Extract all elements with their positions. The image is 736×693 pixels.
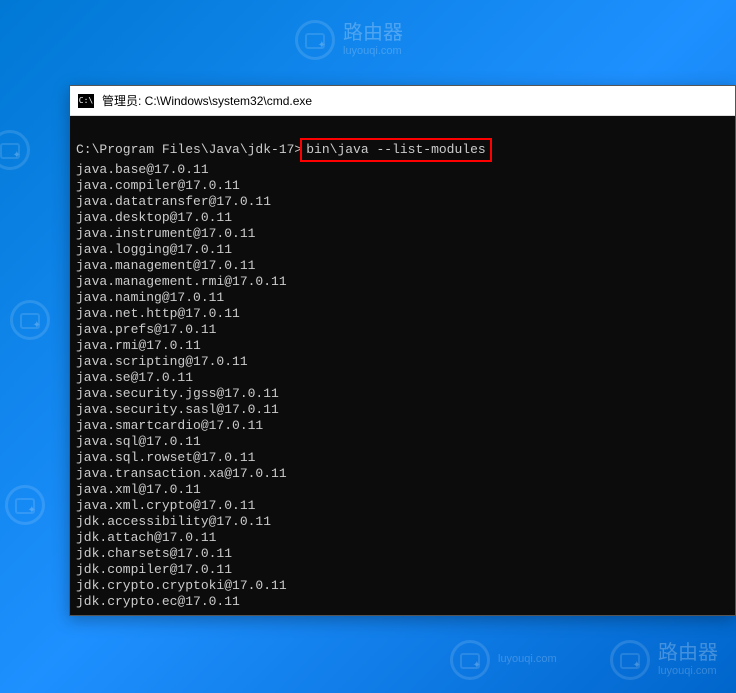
output-line: jdk.crypto.cryptoki@17.0.11 [76,578,729,594]
terminal-output: java.base@17.0.11java.compiler@17.0.11ja… [76,162,729,610]
output-line: jdk.attach@17.0.11 [76,530,729,546]
watermark-text-en: luyouqi.com [343,45,403,58]
output-line: java.se@17.0.11 [76,370,729,386]
title-bar[interactable]: C:\ 管理员: C:\Windows\system32\cmd.exe [70,86,735,116]
output-line: java.security.sasl@17.0.11 [76,402,729,418]
router-icon [0,130,30,170]
output-line: java.compiler@17.0.11 [76,178,729,194]
output-line: java.sql@17.0.11 [76,434,729,450]
watermark-text-en: luyouqi.com [498,653,557,666]
output-line: jdk.compiler@17.0.11 [76,562,729,578]
watermark [10,300,50,340]
output-line: java.instrument@17.0.11 [76,226,729,242]
output-line: java.scripting@17.0.11 [76,354,729,370]
watermark-text-en: luyouqi.com [658,665,718,678]
cmd-icon: C:\ [78,94,94,108]
output-line: java.datatransfer@17.0.11 [76,194,729,210]
command-prompt-line: C:\Program Files\Java\jdk-17> bin\java --… [76,138,729,162]
router-icon [610,640,650,680]
command-highlight: bin\java --list-modules [300,138,491,162]
output-line: java.management@17.0.11 [76,258,729,274]
watermark [5,485,45,525]
output-line: jdk.crypto.ec@17.0.11 [76,594,729,610]
watermark-text-cn: 路由器 [658,641,718,665]
watermark [0,130,30,170]
watermark: luyouqi.com [450,640,557,680]
router-icon [5,485,45,525]
output-line: java.management.rmi@17.0.11 [76,274,729,290]
output-line: java.xml.crypto@17.0.11 [76,498,729,514]
output-line: java.smartcardio@17.0.11 [76,418,729,434]
cmd-window[interactable]: C:\ 管理员: C:\Windows\system32\cmd.exe C:\… [69,85,736,616]
watermark: 路由器 luyouqi.com [295,20,403,60]
output-line: java.base@17.0.11 [76,162,729,178]
output-line: java.prefs@17.0.11 [76,322,729,338]
command-text: bin\java --list-modules [306,142,485,157]
output-line: java.desktop@17.0.11 [76,210,729,226]
router-icon [450,640,490,680]
output-line: java.xml@17.0.11 [76,482,729,498]
window-title: 管理员: C:\Windows\system32\cmd.exe [102,92,312,109]
output-line: java.rmi@17.0.11 [76,338,729,354]
router-icon [10,300,50,340]
terminal-content[interactable]: C:\Program Files\Java\jdk-17> bin\java --… [70,116,735,615]
output-line: java.naming@17.0.11 [76,290,729,306]
output-line: java.net.http@17.0.11 [76,306,729,322]
output-line: java.sql.rowset@17.0.11 [76,450,729,466]
prompt-path: C:\Program Files\Java\jdk-17> [76,142,302,157]
watermark: 路由器 luyouqi.com [610,640,718,680]
output-line: jdk.charsets@17.0.11 [76,546,729,562]
router-icon [295,20,335,60]
output-line: java.logging@17.0.11 [76,242,729,258]
output-line: java.security.jgss@17.0.11 [76,386,729,402]
output-line: jdk.accessibility@17.0.11 [76,514,729,530]
watermark-text-cn: 路由器 [343,21,403,45]
output-line: java.transaction.xa@17.0.11 [76,466,729,482]
